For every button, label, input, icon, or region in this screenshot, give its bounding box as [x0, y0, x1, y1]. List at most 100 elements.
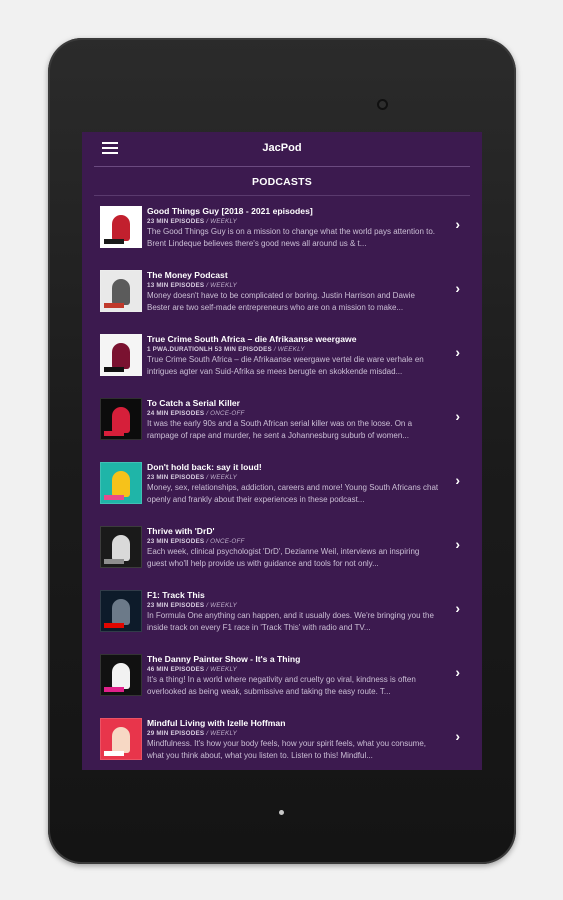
podcast-title: Thrive with 'DrD': [147, 526, 215, 536]
podcast-frequency: / WEEKLY: [206, 666, 237, 673]
podcast-episode-info: 24 MIN EPISODES / ONCE-OFF: [147, 409, 439, 418]
app-bar: JacPod: [82, 132, 482, 166]
podcast-description: In Formula One anything can happen, and …: [147, 611, 434, 632]
podcast-cover-image: [100, 270, 142, 312]
podcast-cover-image: [100, 526, 142, 568]
podcast-description: It's a thing! In a world where negativit…: [147, 675, 416, 696]
podcast-list-item[interactable]: To Catch a Serial Killer 24 MIN EPISODES …: [82, 394, 482, 458]
section-title: PODCASTS: [252, 176, 312, 188]
cover-figure: [112, 727, 130, 753]
podcast-meta: Mindful Living with Izelle Hoffman 29 MIN…: [147, 718, 439, 761]
section-divider: [94, 195, 470, 196]
podcast-episode-length: 46 MIN EPISODES: [147, 666, 205, 673]
podcast-cover-image: [100, 590, 142, 632]
cover-tag: [104, 495, 124, 500]
app-screen: JacPod PODCASTS Good Things Guy [2018 - …: [82, 132, 482, 770]
chevron-right-icon[interactable]: ›: [455, 536, 460, 552]
podcast-title: Good Things Guy [2018 - 2021 episodes]: [147, 206, 313, 216]
podcast-meta: True Crime South Africa – die Afrikaanse…: [147, 334, 439, 377]
podcast-frequency: / WEEKLY: [206, 730, 237, 737]
home-indicator: [279, 810, 284, 815]
cover-tag: [104, 431, 124, 436]
chevron-right-icon[interactable]: ›: [455, 280, 460, 296]
podcast-frequency: / ONCE-OFF: [206, 538, 245, 545]
podcast-frequency: / WEEKLY: [273, 346, 305, 353]
podcast-frequency: / WEEKLY: [206, 218, 237, 225]
podcast-frequency: / WEEKLY: [206, 474, 237, 481]
cover-figure: [112, 407, 130, 433]
podcast-episode-length: 23 MIN EPISODES: [147, 538, 205, 545]
podcast-list-item[interactable]: The Danny Painter Show - It's a Thing 46 …: [82, 650, 482, 714]
podcast-list-item[interactable]: Thrive with 'DrD' 23 MIN EPISODES / ONCE-…: [82, 522, 482, 586]
podcast-description: It was the early 90s and a South African…: [147, 419, 413, 440]
podcast-cover-image: [100, 398, 142, 440]
podcast-description: Money, sex, relationships, addiction, ca…: [147, 483, 439, 504]
podcast-episode-length: 29 MIN EPISODES: [147, 730, 205, 737]
cover-figure: [112, 343, 130, 369]
podcast-meta: To Catch a Serial Killer 24 MIN EPISODES …: [147, 398, 439, 441]
podcast-frequency: / ONCE-OFF: [206, 410, 245, 417]
cover-tag: [104, 239, 124, 244]
podcast-description: The Good Things Guy is on a mission to c…: [147, 227, 436, 248]
podcast-list-item[interactable]: Mindful Living with Izelle Hoffman 29 MIN…: [82, 714, 482, 770]
podcast-frequency: / WEEKLY: [206, 282, 237, 289]
podcast-list-item[interactable]: True Crime South Africa – die Afrikaanse…: [82, 330, 482, 394]
podcast-episode-info: 1 PWA.DURATIONLH 53 MIN EPISODES / WEEKL…: [147, 345, 439, 354]
podcast-episode-info: 23 MIN EPISODES / WEEKLY: [147, 217, 439, 226]
podcast-meta: F1: Track This 23 MIN EPISODES / WEEKLY In…: [147, 590, 439, 633]
podcast-meta: The Danny Painter Show - It's a Thing 46 …: [147, 654, 439, 697]
podcast-episode-info: 23 MIN EPISODES / WEEKLY: [147, 473, 439, 482]
cover-tag: [104, 687, 124, 692]
podcast-title: The Money Podcast: [147, 270, 228, 280]
podcast-description: Each week, clinical psychologist 'DrD', …: [147, 547, 420, 568]
cover-figure: [112, 471, 130, 497]
podcast-cover-image: [100, 654, 142, 696]
podcast-title: Mindful Living with Izelle Hoffman: [147, 718, 286, 728]
podcast-episode-length: 13 MIN EPISODES: [147, 282, 205, 289]
cover-tag: [104, 303, 124, 308]
cover-tag: [104, 559, 124, 564]
podcast-cover-image: [100, 206, 142, 248]
podcast-episode-length: 23 MIN EPISODES: [147, 218, 205, 225]
podcast-meta: Good Things Guy [2018 - 2021 episodes] 23…: [147, 206, 439, 249]
podcast-list-item[interactable]: Don't hold back: say it loud! 23 MIN EPIS…: [82, 458, 482, 522]
podcast-description: Money doesn't have to be complicated or …: [147, 291, 415, 312]
cover-figure: [112, 663, 130, 689]
app-title: JacPod: [262, 142, 302, 154]
podcast-title: Don't hold back: say it loud!: [147, 462, 262, 472]
podcast-episode-length: 23 MIN EPISODES: [147, 602, 205, 609]
podcast-episode-length: 1 PWA.DURATIONLH 53 MIN EPISODES: [147, 346, 272, 353]
header-divider: [94, 166, 470, 167]
podcast-title: True Crime South Africa – die Afrikaanse…: [147, 334, 357, 344]
cover-figure: [112, 279, 130, 305]
podcast-meta: Don't hold back: say it loud! 23 MIN EPIS…: [147, 462, 439, 505]
chevron-right-icon[interactable]: ›: [455, 216, 460, 232]
camera-icon: [377, 99, 388, 110]
podcast-list-item[interactable]: Good Things Guy [2018 - 2021 episodes] 23…: [82, 202, 482, 266]
chevron-right-icon[interactable]: ›: [455, 344, 460, 360]
podcast-episode-info: 29 MIN EPISODES / WEEKLY: [147, 729, 439, 738]
podcast-episode-info: 13 MIN EPISODES / WEEKLY: [147, 281, 439, 290]
podcast-meta: Thrive with 'DrD' 23 MIN EPISODES / ONCE-…: [147, 526, 439, 569]
podcast-title: To Catch a Serial Killer: [147, 398, 240, 408]
chevron-right-icon[interactable]: ›: [455, 600, 460, 616]
chevron-right-icon[interactable]: ›: [455, 472, 460, 488]
podcast-description: True Crime South Africa – die Afrikaanse…: [147, 355, 424, 376]
chevron-right-icon[interactable]: ›: [455, 664, 460, 680]
podcast-cover-image: [100, 334, 142, 376]
podcast-episode-length: 24 MIN EPISODES: [147, 410, 205, 417]
podcast-episode-info: 46 MIN EPISODES / WEEKLY: [147, 665, 439, 674]
podcast-episode-info: 23 MIN EPISODES / ONCE-OFF: [147, 537, 439, 546]
podcast-title: F1: Track This: [147, 590, 205, 600]
podcast-list: Good Things Guy [2018 - 2021 episodes] 23…: [82, 202, 482, 770]
podcast-title: The Danny Painter Show - It's a Thing: [147, 654, 301, 664]
chevron-right-icon[interactable]: ›: [455, 408, 460, 424]
podcast-list-item[interactable]: F1: Track This 23 MIN EPISODES / WEEKLY In…: [82, 586, 482, 650]
cover-tag: [104, 751, 124, 756]
chevron-right-icon[interactable]: ›: [455, 728, 460, 744]
podcast-list-item[interactable]: The Money Podcast 13 MIN EPISODES / WEEKL…: [82, 266, 482, 330]
podcast-frequency: / WEEKLY: [206, 602, 237, 609]
cover-figure: [112, 599, 130, 625]
podcast-episode-info: 23 MIN EPISODES / WEEKLY: [147, 601, 439, 610]
podcast-meta: The Money Podcast 13 MIN EPISODES / WEEKL…: [147, 270, 439, 313]
